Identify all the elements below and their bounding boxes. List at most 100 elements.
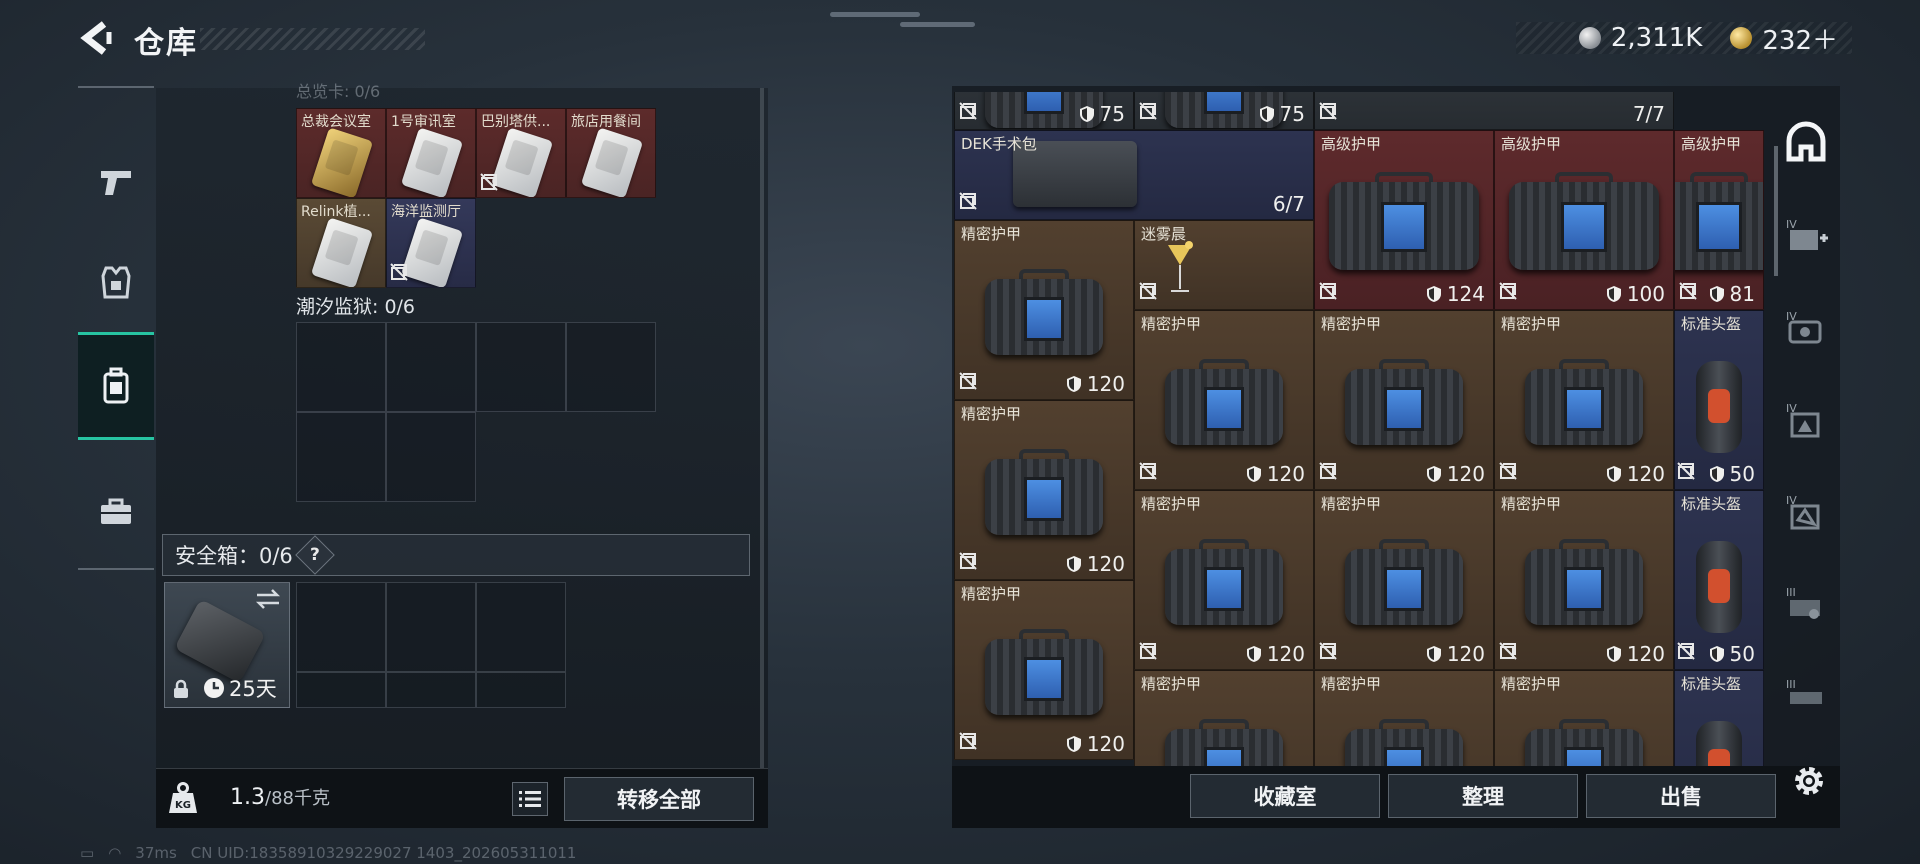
settings-button[interactable] (1790, 762, 1828, 800)
category-iii-weapon[interactable]: III (1776, 562, 1836, 646)
empty-slot[interactable] (476, 322, 566, 412)
helmet-image (1696, 721, 1742, 766)
category-iii-ammo[interactable]: III (1776, 654, 1836, 738)
tab-gear[interactable] (78, 228, 154, 336)
help-button[interactable]: ? (294, 535, 335, 575)
keycard-slot[interactable]: 旅店用餐间 (566, 108, 656, 198)
backpack-icon (103, 367, 129, 404)
stash-item[interactable]: 精密护甲 (1134, 670, 1314, 766)
stash-item[interactable]: 精密护甲 120 (1134, 310, 1314, 490)
empty-slot[interactable] (386, 322, 476, 412)
item-name: 标准头盔 (1681, 495, 1742, 513)
item-value-text: 124 (1446, 282, 1485, 306)
stash-item[interactable]: DEK手术包 6/7 (954, 130, 1314, 220)
stash-item[interactable]: 标准头盔 50 (1674, 310, 1764, 490)
stash-item[interactable]: 75 (1134, 92, 1314, 130)
empty-slot[interactable] (296, 322, 386, 412)
stash-item[interactable]: 精密护甲 120 (1494, 310, 1674, 490)
organize-button[interactable]: 整理 (1388, 774, 1578, 818)
tab-weapons[interactable] (78, 128, 154, 236)
prison-label: 潮汐监狱: 0/6 (296, 296, 416, 318)
armor-screen (1204, 566, 1244, 611)
keycard-slot[interactable]: 1号审讯室 (386, 108, 476, 198)
sell-button[interactable]: 出售 (1586, 774, 1776, 818)
item-value: 120 (1606, 642, 1665, 666)
safe-slot[interactable] (386, 672, 476, 708)
stash-item[interactable]: 精密护甲 (1314, 670, 1494, 766)
empty-slot[interactable] (296, 412, 386, 502)
item-value: 120 (1246, 642, 1305, 666)
stash-item[interactable]: 75 (954, 92, 1134, 130)
no-insure-icon (1319, 282, 1337, 300)
category-iv-cards[interactable]: IV (1776, 286, 1836, 370)
safe-slot[interactable] (296, 582, 386, 672)
item-value: 81 (1709, 282, 1755, 306)
item-name: 精密护甲 (1321, 675, 1382, 693)
medkit-icon: IV (1786, 218, 1828, 250)
tab-backpack[interactable] (78, 332, 154, 440)
stash-item[interactable]: 精密护甲 (1494, 670, 1674, 766)
stash-item[interactable]: 精密护甲 120 (1314, 490, 1494, 670)
item-value-text: 120 (1626, 642, 1665, 666)
no-insure-icon (1139, 282, 1157, 300)
helmet-icon: IV (1786, 494, 1820, 530)
category-iv-medical[interactable]: IV (1776, 194, 1836, 278)
back-button[interactable] (76, 18, 116, 58)
silver-coin-icon (1578, 27, 1601, 49)
stash-item[interactable]: 高级护甲 124 (1314, 130, 1494, 310)
item-name: 精密护甲 (1501, 675, 1562, 693)
no-insure-icon (1319, 102, 1337, 120)
uid-text: CN UID:18358910329229027 1403_2026053110… (190, 844, 577, 862)
keycard-slot[interactable]: 海洋监测厅 (386, 198, 476, 288)
armor-image (1165, 538, 1283, 629)
collection-room-button[interactable]: 收藏室 (1190, 774, 1380, 818)
armor-screen (1381, 201, 1427, 252)
safe-slot[interactable] (476, 582, 566, 672)
stash-item[interactable]: 高级护甲 100 (1494, 130, 1674, 310)
stash-item[interactable]: 精密护甲 120 (954, 580, 1134, 760)
shield-icon (1066, 556, 1081, 572)
weight-display: 1.3/88千克 (230, 784, 330, 810)
stash-item[interactable]: 精密护甲 120 (954, 400, 1134, 580)
safe-slot[interactable] (296, 672, 386, 708)
stash-item[interactable]: 7/7 (1314, 92, 1674, 130)
keycard-slot[interactable]: 总裁会议室 (296, 108, 386, 198)
safe-slot[interactable] (386, 582, 476, 672)
stash-item[interactable]: 标准头盔 (1674, 670, 1764, 766)
ammo-icon: III (1786, 678, 1822, 704)
category-iv-armor[interactable]: IV (1776, 378, 1836, 462)
safe-slot[interactable] (476, 672, 566, 708)
empty-slot[interactable] (386, 412, 476, 502)
category-iv-helmet[interactable]: IV (1776, 470, 1836, 554)
item-value-text: 75 (1099, 102, 1125, 126)
item-value-text: 100 (1626, 282, 1665, 306)
keycard-slot[interactable]: Relink植... (296, 198, 386, 288)
weapon-icon: III (1786, 586, 1820, 619)
stash-item[interactable]: 标准头盔 50 (1674, 490, 1764, 670)
safe-box-item[interactable]: 25天 (164, 582, 290, 708)
item-value: 120 (1426, 462, 1485, 486)
stash-item[interactable]: 迷雾晨 (1134, 220, 1314, 310)
tab-briefcase[interactable] (78, 458, 154, 566)
armor-image (1525, 718, 1643, 766)
stash-item[interactable]: 精密护甲 120 (954, 220, 1134, 400)
stash-item[interactable]: 精密护甲 120 (1494, 490, 1674, 670)
no-insure-badge (1319, 642, 1337, 664)
transfer-all-button[interactable]: 转移全部 (564, 777, 754, 821)
gold-currency-value[interactable]: 232＋ (1762, 20, 1838, 57)
stash-item[interactable]: 精密护甲 120 (1314, 310, 1494, 490)
no-insure-badge (959, 192, 977, 214)
keycard-slot[interactable]: 巴别塔供... (476, 108, 566, 198)
empty-slot[interactable] (566, 322, 656, 412)
stash-item[interactable]: 高级护甲 81 (1674, 130, 1764, 310)
item-value: 120 (1066, 372, 1125, 396)
item-value-text: 120 (1446, 642, 1485, 666)
swap-icon[interactable] (255, 589, 281, 609)
left-scrollbar[interactable] (760, 88, 764, 768)
category-all[interactable] (1776, 100, 1836, 184)
keycard-name: 总裁会议室 (301, 114, 371, 130)
list-view-button[interactable] (512, 782, 548, 816)
no-insure-badge (480, 173, 498, 195)
helmet-image (1696, 541, 1742, 634)
stash-item[interactable]: 精密护甲 120 (1134, 490, 1314, 670)
